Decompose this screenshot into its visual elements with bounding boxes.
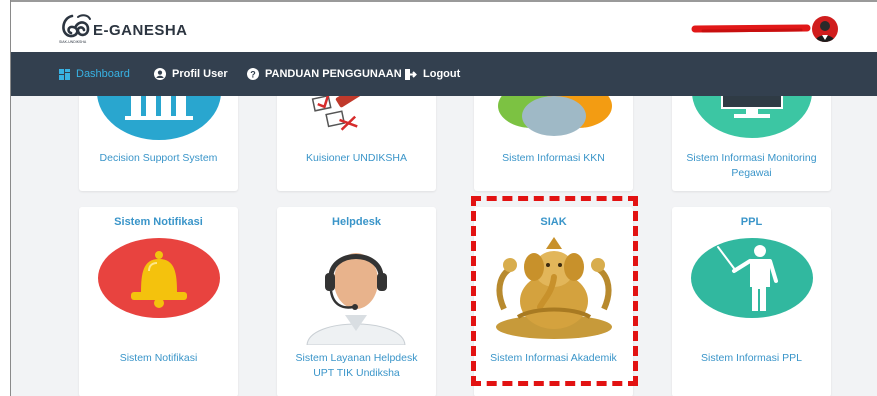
card-title: PPL <box>740 216 763 228</box>
bell-icon <box>98 238 220 318</box>
nav-profil-user-label: Profil User <box>172 68 228 80</box>
nav-profil-user[interactable]: Profil User <box>154 52 228 96</box>
card-label: Sistem Notifikasi <box>119 352 198 364</box>
card-kuisioner[interactable]: Kuisioner UNDIKSHA <box>277 96 436 191</box>
logout-icon <box>405 68 417 80</box>
card-sistem-notifikasi[interactable]: Sistem Notifikasi Sistem Notifikasi <box>79 207 238 396</box>
checklist-pencil-icon <box>311 96 400 131</box>
headset-operator-icon <box>306 253 406 345</box>
card-label: Sistem Informasi KKN <box>502 152 605 164</box>
dashboard-content: Decision Support System Kuisioner UNDIKS… <box>11 96 877 396</box>
dashboard-icon <box>59 68 70 80</box>
svg-text:?: ? <box>250 69 256 79</box>
main-navbar: Dashboard Profil User ? PANDUAN PENGGUNA… <box>11 52 877 96</box>
header: SIAK-UNDIKSHA E-GANESHA <box>11 2 877 52</box>
card-label: Sistem Informasi PPL <box>701 352 802 364</box>
user-icon <box>154 68 166 80</box>
bar-chart-icon <box>97 96 221 140</box>
help-icon: ? <box>247 68 259 80</box>
monitor-icon <box>692 96 812 138</box>
nav-panduan-label: PANDUAN PENGGUNAAN <box>265 68 402 80</box>
siak-highlight-annotation <box>471 196 638 386</box>
nav-dashboard[interactable]: Dashboard <box>59 52 130 96</box>
nav-logout-label: Logout <box>423 68 461 80</box>
user-name-redaction <box>691 24 811 33</box>
card-label: Sistem Informasi Monitoring Pegawai <box>686 152 817 179</box>
nav-panduan[interactable]: ? PANDUAN PENGGUNAAN <box>247 52 402 96</box>
card-helpdesk[interactable]: Helpdesk Sistem Layanan Helpdesk UPT TIK… <box>277 207 436 396</box>
logo-caption: SIAK-UNDIKSHA <box>59 40 87 44</box>
card-monitoring-pegawai[interactable]: Sistem Informasi Monitoring Pegawai <box>672 96 831 191</box>
card-ppl[interactable]: PPL Sistem Informasi PPL <box>672 207 831 396</box>
teacher-icon <box>691 238 813 318</box>
card-label: Kuisioner UNDIKSHA <box>306 152 407 164</box>
card-title: Helpdesk <box>332 216 381 228</box>
card-label: Sistem Layanan Helpdesk UPT TIK Undiksha <box>295 352 418 379</box>
brand-name[interactable]: E-GANESHA <box>93 22 188 39</box>
people-icon <box>498 96 612 136</box>
user-avatar-icon[interactable] <box>812 16 838 42</box>
nav-dashboard-label: Dashboard <box>76 68 130 80</box>
card-title: Sistem Notifikasi <box>114 216 203 228</box>
app-logo[interactable]: SIAK-UNDIKSHA <box>58 12 94 44</box>
nav-logout[interactable]: Logout <box>405 52 460 96</box>
card-kkn[interactable]: Sistem Informasi KKN <box>474 96 633 191</box>
card-label: Decision Support System <box>99 152 218 164</box>
card-decision-support[interactable]: Decision Support System <box>79 96 238 191</box>
